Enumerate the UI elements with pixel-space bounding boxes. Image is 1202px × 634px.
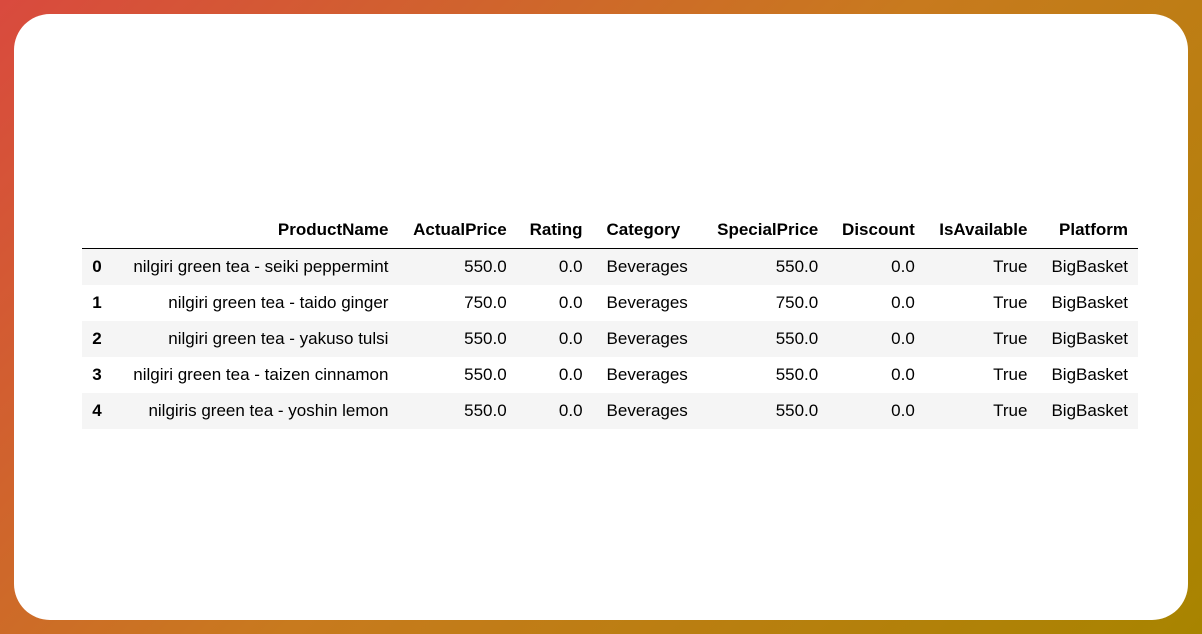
cell-productname: nilgiri green tea - taizen cinnamon — [112, 357, 398, 393]
cell-specialprice: 750.0 — [702, 285, 828, 321]
cell-specialprice: 550.0 — [702, 321, 828, 357]
table-row: 4 nilgiris green tea - yoshin lemon 550.… — [82, 393, 1138, 429]
cell-platform: BigBasket — [1037, 249, 1138, 286]
header-specialprice: SpecialPrice — [702, 212, 828, 249]
header-actualprice: ActualPrice — [398, 212, 516, 249]
cell-discount: 0.0 — [828, 357, 925, 393]
header-category: Category — [593, 212, 703, 249]
table-row: 3 nilgiri green tea - taizen cinnamon 55… — [82, 357, 1138, 393]
cell-specialprice: 550.0 — [702, 249, 828, 286]
header-platform: Platform — [1037, 212, 1138, 249]
row-index: 0 — [82, 249, 112, 286]
cell-platform: BigBasket — [1037, 357, 1138, 393]
cell-actualprice: 750.0 — [398, 285, 516, 321]
cell-platform: BigBasket — [1037, 393, 1138, 429]
table-row: 1 nilgiri green tea - taido ginger 750.0… — [82, 285, 1138, 321]
cell-category: Beverages — [593, 321, 703, 357]
cell-discount: 0.0 — [828, 285, 925, 321]
cell-platform: BigBasket — [1037, 321, 1138, 357]
cell-isavailable: True — [925, 285, 1038, 321]
dataframe-table-wrap: ProductName ActualPrice Rating Category … — [82, 212, 1138, 429]
cell-discount: 0.0 — [828, 321, 925, 357]
cell-actualprice: 550.0 — [398, 393, 516, 429]
cell-specialprice: 550.0 — [702, 357, 828, 393]
cell-rating: 0.0 — [517, 357, 593, 393]
cell-category: Beverages — [593, 249, 703, 286]
cell-isavailable: True — [925, 249, 1038, 286]
cell-rating: 0.0 — [517, 249, 593, 286]
table-row: 2 nilgiri green tea - yakuso tulsi 550.0… — [82, 321, 1138, 357]
row-index: 4 — [82, 393, 112, 429]
header-isavailable: IsAvailable — [925, 212, 1038, 249]
cell-isavailable: True — [925, 393, 1038, 429]
row-index: 2 — [82, 321, 112, 357]
header-productname: ProductName — [112, 212, 398, 249]
cell-actualprice: 550.0 — [398, 321, 516, 357]
cell-rating: 0.0 — [517, 285, 593, 321]
cell-category: Beverages — [593, 393, 703, 429]
cell-specialprice: 550.0 — [702, 393, 828, 429]
cell-productname: nilgiri green tea - taido ginger — [112, 285, 398, 321]
cell-rating: 0.0 — [517, 321, 593, 357]
cell-isavailable: True — [925, 357, 1038, 393]
cell-category: Beverages — [593, 357, 703, 393]
header-row: ProductName ActualPrice Rating Category … — [82, 212, 1138, 249]
cell-platform: BigBasket — [1037, 285, 1138, 321]
row-index: 3 — [82, 357, 112, 393]
cell-discount: 0.0 — [828, 249, 925, 286]
dataframe-table: ProductName ActualPrice Rating Category … — [82, 212, 1138, 429]
cell-actualprice: 550.0 — [398, 249, 516, 286]
cell-discount: 0.0 — [828, 393, 925, 429]
cell-category: Beverages — [593, 285, 703, 321]
header-rating: Rating — [517, 212, 593, 249]
cell-rating: 0.0 — [517, 393, 593, 429]
cell-productname: nilgiri green tea - yakuso tulsi — [112, 321, 398, 357]
row-index: 1 — [82, 285, 112, 321]
table-row: 0 nilgiri green tea - seiki peppermint 5… — [82, 249, 1138, 286]
cell-productname: nilgiris green tea - yoshin lemon — [112, 393, 398, 429]
cell-isavailable: True — [925, 321, 1038, 357]
cell-actualprice: 550.0 — [398, 357, 516, 393]
card-container: ProductName ActualPrice Rating Category … — [14, 14, 1188, 620]
header-discount: Discount — [828, 212, 925, 249]
cell-productname: nilgiri green tea - seiki peppermint — [112, 249, 398, 286]
header-index — [82, 212, 112, 249]
